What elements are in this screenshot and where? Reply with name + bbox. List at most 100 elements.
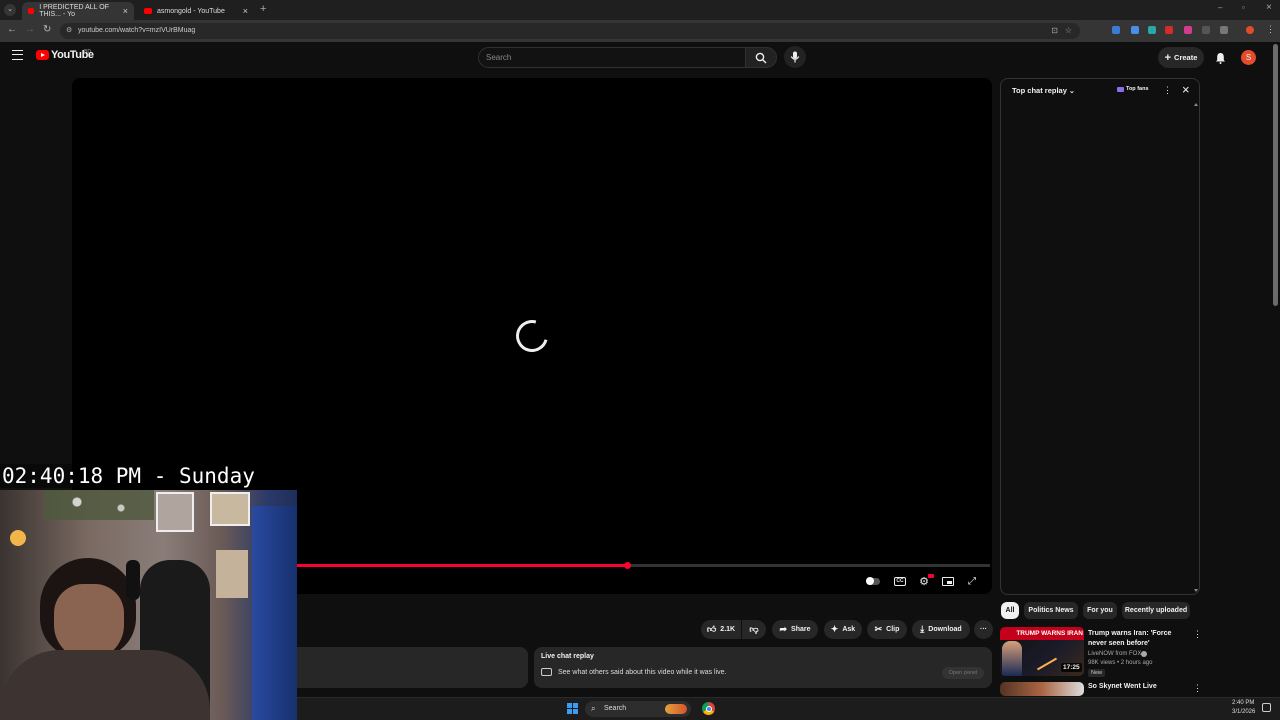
bookmark-star-icon[interactable]: ☆ bbox=[1065, 23, 1072, 39]
chat-scroll-up-icon[interactable] bbox=[1194, 103, 1198, 106]
verified-icon bbox=[1141, 651, 1147, 657]
windows-start-icon[interactable] bbox=[567, 703, 578, 714]
minimize-icon[interactable]: – bbox=[1218, 3, 1222, 12]
notification-icon[interactable] bbox=[1262, 703, 1271, 712]
extension-icon[interactable] bbox=[1112, 26, 1120, 34]
recommendation-thumbnail[interactable] bbox=[1000, 682, 1084, 696]
fullscreen-icon[interactable]: ⤢ bbox=[965, 575, 979, 587]
download-button[interactable]: ⤓ Download bbox=[912, 620, 970, 639]
site-info-icon[interactable]: ⚙ bbox=[66, 23, 72, 39]
forward-icon[interactable]: → bbox=[25, 24, 35, 35]
create-button[interactable]: + Create bbox=[1158, 47, 1204, 68]
autoplay-toggle-icon[interactable] bbox=[866, 575, 880, 587]
profile-icon[interactable] bbox=[1246, 26, 1254, 34]
plus-icon: + bbox=[1164, 51, 1172, 64]
taskbar-time[interactable]: 2:40 PM bbox=[1232, 700, 1254, 706]
like-button[interactable]: 👍︎ 2.1K bbox=[701, 620, 741, 639]
restore-icon[interactable]: ▫ bbox=[1242, 3, 1245, 12]
search-input[interactable]: Search bbox=[478, 47, 746, 68]
youtube-header: YouTube BD Search + Create S bbox=[0, 42, 1280, 72]
scrubber-handle[interactable] bbox=[624, 562, 632, 569]
captions-icon[interactable]: CC bbox=[893, 575, 907, 587]
thumbnail-streak bbox=[1036, 657, 1058, 671]
tab-channel[interactable]: asmongold - YouTube × bbox=[138, 2, 254, 20]
dislike-button[interactable]: 👎︎ bbox=[742, 620, 766, 639]
chip-for-you[interactable]: For you bbox=[1083, 602, 1117, 619]
download-label: Download bbox=[928, 626, 962, 633]
taskbar-search[interactable]: ⌕ Search bbox=[585, 701, 691, 717]
live-chat-replay-text: See what others said about this video wh… bbox=[558, 669, 727, 676]
search-icon: ⌕ bbox=[591, 704, 596, 713]
hamburger-menu-icon[interactable] bbox=[12, 50, 23, 60]
chip-politics-news[interactable]: Politics News bbox=[1024, 602, 1078, 619]
taskbar-date[interactable]: 3/1/2026 bbox=[1232, 709, 1255, 715]
loading-spinner-icon bbox=[510, 314, 554, 358]
close-tab-icon[interactable]: × bbox=[123, 6, 128, 16]
recommendation-title[interactable]: Trump warns Iran: 'Force never seen befo… bbox=[1088, 629, 1190, 649]
taskbar-search-label: Search bbox=[604, 705, 627, 712]
webcam-plant bbox=[44, 490, 154, 520]
close-window-icon[interactable]: × bbox=[1266, 2, 1272, 13]
clip-button[interactable]: ✂ Clip bbox=[867, 620, 907, 639]
chat-mode-dropdown[interactable]: Top chat replay ⌄ bbox=[1012, 86, 1075, 95]
recommendation-channel[interactable]: LiveNOW from FOX bbox=[1088, 651, 1141, 657]
clip-label: Clip bbox=[886, 626, 900, 633]
url-field[interactable]: ⚙ youtube.com/watch?v=mzIVUrBMuag ⊡ ☆ bbox=[60, 23, 1080, 39]
tab-list-button[interactable]: ⌄ bbox=[4, 4, 16, 16]
chat-scroll-down-icon[interactable] bbox=[1194, 589, 1198, 592]
install-icon[interactable]: ⊡ bbox=[1051, 23, 1058, 39]
duration-badge: 17:25 bbox=[1061, 663, 1082, 672]
microphone-icon bbox=[790, 51, 800, 63]
tab-title: I PREDICTED ALL OF THIS... - Yo bbox=[39, 4, 109, 18]
browser-tab-strip: ⌄ I PREDICTED ALL OF THIS... - Yo × asmo… bbox=[0, 0, 1280, 20]
recommendation-more-icon[interactable]: ⋮ bbox=[1193, 629, 1202, 640]
new-tab-button[interactable]: + bbox=[260, 3, 266, 15]
close-tab-icon[interactable]: × bbox=[243, 6, 248, 16]
ask-button[interactable]: ✦ Ask bbox=[824, 620, 862, 639]
more-actions-button[interactable]: ··· bbox=[974, 620, 993, 639]
youtube-favicon-icon bbox=[28, 8, 35, 14]
more-horizontal-icon: ··· bbox=[980, 626, 987, 633]
recommendation-thumbnail[interactable]: TRUMP WARNS IRAN 17:25 bbox=[1000, 627, 1084, 676]
extensions-puzzle-icon[interactable] bbox=[1220, 26, 1228, 34]
reload-icon[interactable]: ↻ bbox=[43, 24, 51, 35]
chip-all[interactable]: All bbox=[1001, 602, 1019, 619]
share-button[interactable]: ➦ Share bbox=[772, 620, 818, 639]
youtube-logo-icon[interactable] bbox=[36, 50, 49, 60]
browser-menu-icon[interactable]: ⋮ bbox=[1266, 24, 1275, 35]
miniplayer-icon[interactable] bbox=[941, 575, 955, 587]
avatar[interactable]: S bbox=[1241, 50, 1256, 65]
voice-search-button[interactable] bbox=[784, 46, 806, 68]
thumbs-down-icon: 👎︎ bbox=[749, 624, 759, 634]
extension-icon[interactable] bbox=[1184, 26, 1192, 34]
chevron-down-icon: ⌄ bbox=[1068, 88, 1075, 95]
sparkle-icon: ✦ bbox=[830, 624, 839, 634]
extension-icon[interactable] bbox=[1131, 26, 1139, 34]
share-label: Share bbox=[791, 626, 811, 633]
open-panel-button[interactable]: Open panel bbox=[942, 667, 984, 679]
tab-video[interactable]: I PREDICTED ALL OF THIS... - Yo × bbox=[22, 2, 134, 20]
description-box[interactable] bbox=[297, 647, 528, 688]
back-icon[interactable]: ← bbox=[7, 24, 17, 35]
recommendation-title[interactable]: So Skynet Went Live bbox=[1088, 683, 1157, 690]
extension-icon[interactable] bbox=[1165, 26, 1173, 34]
search-button[interactable] bbox=[745, 47, 777, 68]
close-chat-icon[interactable]: × bbox=[1182, 82, 1190, 97]
page-scrollbar[interactable] bbox=[1273, 44, 1278, 306]
webcam-poster bbox=[216, 550, 248, 598]
chip-recently-uploaded[interactable]: Recently uploaded bbox=[1122, 602, 1190, 619]
live-chat-replay-box: Live chat replay See what others said ab… bbox=[534, 647, 992, 688]
chat-more-icon[interactable]: ⋮ bbox=[1163, 85, 1172, 96]
chrome-taskbar-icon[interactable] bbox=[702, 702, 715, 715]
recommendation-more-icon[interactable]: ⋮ bbox=[1193, 683, 1202, 694]
extension-icon[interactable] bbox=[1148, 26, 1156, 34]
search-highlight-icon bbox=[665, 704, 687, 714]
url-text: youtube.com/watch?v=mzIVUrBMuag bbox=[78, 27, 196, 34]
tab-title: asmongold - YouTube bbox=[157, 7, 225, 15]
notifications-bell-icon[interactable] bbox=[1215, 51, 1226, 69]
settings-gear-icon[interactable]: ⚙ bbox=[917, 574, 934, 588]
download-icon: ⤓ bbox=[920, 624, 925, 634]
top-fans-button[interactable]: Top fans bbox=[1117, 86, 1149, 92]
extension-icon[interactable] bbox=[1202, 26, 1210, 34]
webcam-person-body bbox=[0, 650, 210, 720]
